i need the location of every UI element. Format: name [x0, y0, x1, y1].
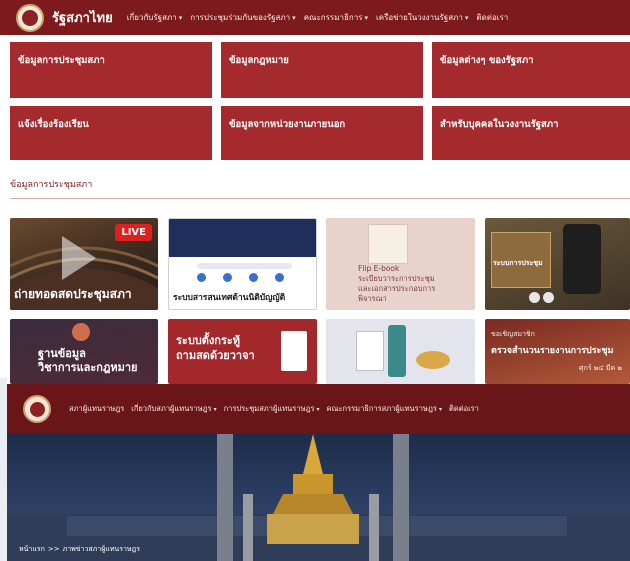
- house-menu: สภาผู้แทนราษฎร เกี่ยวกับสภาผู้แทนราษฎร ▾ …: [69, 403, 479, 415]
- house-page: สภาผู้แทนราษฎร เกี่ยวกับสภาผู้แทนราษฎร ▾ …: [7, 384, 630, 561]
- card-caption: ถ่ายทอดสดประชุมสภา: [14, 287, 132, 301]
- menu-network[interactable]: เครือข่ายในวงงานรัฐสภา ▾: [376, 11, 468, 24]
- menu-about-house[interactable]: เกี่ยวกับสภาผู้แทนราษฎร ▾: [131, 403, 216, 415]
- tile-label: ข้อมูลต่างๆ ของรัฐสภา: [440, 55, 534, 66]
- book-image: [368, 224, 408, 264]
- chevron-down-icon: ▾: [292, 14, 296, 22]
- card-voting-system[interactable]: [326, 319, 475, 384]
- card-flip-ebook[interactable]: Flip E-book ระเบียบวาระการประชุม และเอกส…: [326, 218, 475, 310]
- live-badge: LIVE: [115, 224, 152, 241]
- hand-icon: [388, 325, 406, 377]
- menu-house[interactable]: สภาผู้แทนราษฎร: [69, 403, 124, 415]
- card-caption: ระบบตั้งกระทู้ ถามสดด้วยวาจา: [176, 334, 255, 362]
- menu-house-contact[interactable]: ติดต่อเรา: [449, 403, 479, 415]
- tile-parliament-info[interactable]: ข้อมูลต่างๆ ของรัฐสภา: [432, 42, 630, 98]
- play-store-icon: [543, 292, 554, 303]
- card-meeting-report[interactable]: ขอเชิญสมาชิก ตรวจสำนวนรายงานการประชุม ศุ…: [485, 319, 630, 384]
- tile-label: สำหรับบุคคลในวงงานรัฐสภา: [440, 119, 559, 130]
- chevron-down-icon: ▾: [364, 14, 368, 22]
- card-caption-main: ตรวจสำนวนรายงานการประชุม: [491, 346, 614, 356]
- chevron-down-icon: ▾: [316, 406, 320, 413]
- tile-external-info[interactable]: ข้อมูลจากหน่วยงานภายนอก: [221, 106, 423, 160]
- chevron-down-icon: ▾: [438, 406, 442, 413]
- menu-joint-meeting[interactable]: การประชุมร่วมกันของรัฐสภา ▾: [190, 11, 295, 24]
- tile-complaint[interactable]: แจ้งเรื่องร้องเรียน: [10, 106, 212, 160]
- menu-house-committees[interactable]: คณะกรรมาธิการสภาผู้แทนราษฎร ▾: [327, 403, 442, 415]
- search-bar-image: [197, 263, 292, 269]
- tile-staff[interactable]: สำหรับบุคคลในวงงานรัฐสภา: [432, 106, 630, 160]
- menu-about[interactable]: เกี่ยวกับรัฐสภา ▾: [127, 11, 183, 24]
- card-caption: Flip E-book ระเบียบวาระการประชุม และเอกส…: [358, 264, 436, 303]
- card-question-system[interactable]: ระบบตั้งกระทู้ ถามสดด้วยวาจา: [168, 319, 317, 384]
- background-sliver: [0, 378, 7, 561]
- parliament-building-image: [7, 434, 630, 561]
- card-caption: ระบบการประชุม: [493, 259, 543, 267]
- brand-title[interactable]: รัฐสภาไทย: [52, 7, 113, 28]
- chevron-down-icon: ▾: [464, 14, 469, 22]
- section-divider: [10, 198, 630, 199]
- checklist-icon: [356, 331, 384, 371]
- tile-meeting-info[interactable]: ข้อมูลการประชุมสภา: [10, 42, 212, 98]
- top-navbar: รัฐสภาไทย เกี่ยวกับรัฐสภา ▾ การประชุมร่วม…: [0, 0, 630, 35]
- seal-icon: [72, 323, 90, 341]
- main-menu: เกี่ยวกับรัฐสภา ▾ การประชุมร่วมกันของรัฐส…: [127, 11, 509, 24]
- card-meeting-system[interactable]: ระบบการประชุม: [485, 218, 630, 310]
- coins-icon: [416, 351, 450, 369]
- tile-label: ข้อมูลจากหน่วยงานภายนอก: [229, 119, 346, 130]
- card-caption: ระบบสารสนเทศด้านนิติบัญญัติ: [173, 293, 286, 303]
- tile-label: แจ้งเรื่องร้องเรียน: [18, 119, 89, 130]
- breadcrumb-current: ภาพข่าวสภาผู้แทนราษฎร: [62, 545, 140, 553]
- parliament-page: รัฐสภาไทย เกี่ยวกับรัฐสภา ▾ การประชุมร่วม…: [0, 0, 630, 384]
- section-title: ข้อมูลการประชุมสภา: [10, 180, 93, 190]
- card-caption: ขอเชิญสมาชิก: [491, 330, 535, 338]
- breadcrumb: หน้าแรก >> ภาพข่าวสภาผู้แทนราษฎร: [19, 544, 140, 555]
- phone-image: [563, 224, 601, 294]
- card-live-broadcast[interactable]: LIVE ถ่ายทอดสดประชุมสภา: [10, 218, 158, 310]
- clipboard-icon: [281, 331, 307, 371]
- chevron-down-icon: ▾: [213, 406, 217, 413]
- breadcrumb-separator: >>: [47, 545, 60, 553]
- card-date: ศุกร์ ๒๔ มีค ๒: [579, 364, 622, 372]
- parliament-logo-icon[interactable]: [16, 3, 44, 32]
- house-logo-icon[interactable]: [23, 395, 51, 423]
- house-navbar: สภาผู้แทนราษฎร เกี่ยวกับสภาผู้แทนราษฎร ▾ …: [7, 384, 630, 434]
- feature-icons: [197, 273, 284, 282]
- play-icon[interactable]: [62, 236, 96, 280]
- card-legislative-system[interactable]: ระบบสารสนเทศด้านนิติบัญญัติ: [168, 218, 317, 310]
- card-academic-database[interactable]: ฐานข้อมูล วิชาการและกฎหมาย: [10, 319, 158, 384]
- hero-banner: [7, 434, 630, 561]
- app-store-icon: [529, 292, 540, 303]
- tile-label: ข้อมูลกฎหมาย: [229, 55, 289, 66]
- menu-committees[interactable]: คณะกรรมาธิการ ▾: [304, 11, 368, 24]
- menu-contact[interactable]: ติดต่อเรา: [476, 11, 508, 24]
- menu-house-meeting[interactable]: การประชุมสภาผู้แทนราษฎร ▾: [224, 403, 320, 415]
- tile-law-info[interactable]: ข้อมูลกฎหมาย: [221, 42, 423, 98]
- breadcrumb-home[interactable]: หน้าแรก: [19, 545, 45, 553]
- card-caption: ฐานข้อมูล วิชาการและกฎหมาย: [38, 347, 138, 374]
- tile-label: ข้อมูลการประชุมสภา: [18, 55, 105, 66]
- site-header-image: [169, 219, 316, 257]
- chevron-down-icon: ▾: [178, 14, 183, 22]
